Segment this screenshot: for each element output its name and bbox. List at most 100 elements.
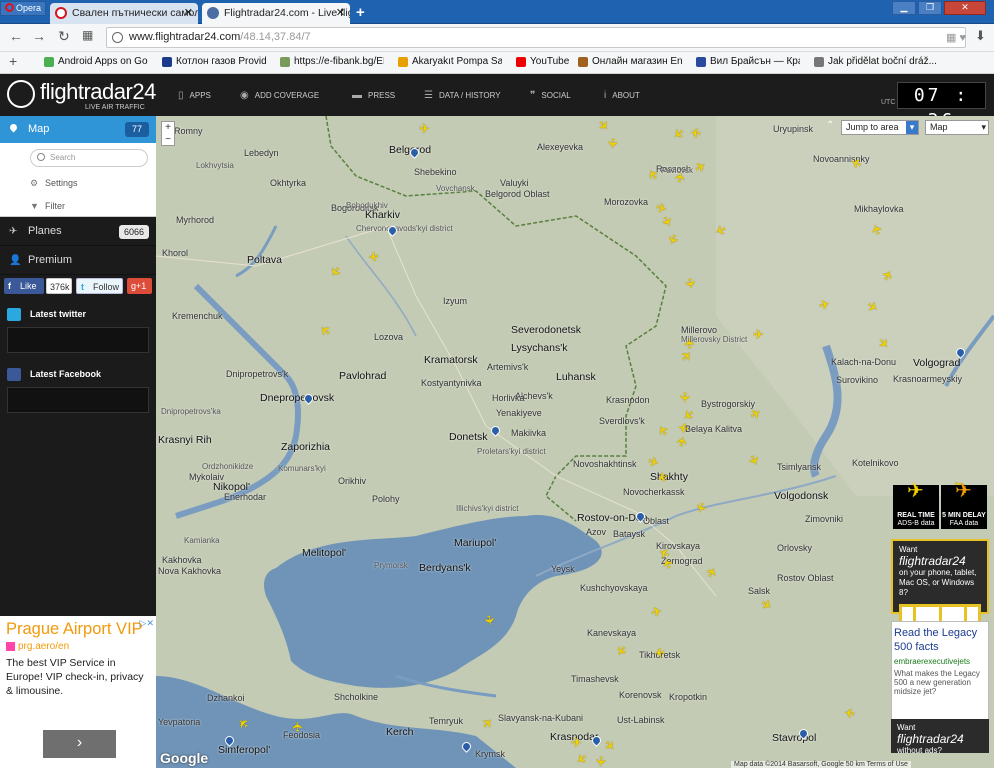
new-tab-button[interactable]: + xyxy=(356,4,365,21)
plane-icon: ✈ xyxy=(907,480,924,502)
aircraft-icon[interactable]: ✈ xyxy=(672,169,689,185)
menu-data-history[interactable]: ☰ DATA / HISTORY xyxy=(424,90,501,101)
bookmarks-bar: + Android Apps on Google... Котлон газов… xyxy=(0,52,994,74)
minimize-button[interactable]: ▁ xyxy=(892,1,916,15)
city-label: Yenakiyeve xyxy=(496,408,542,418)
aircraft-icon[interactable]: ✈ xyxy=(593,755,609,768)
city-label: Rostov Oblast xyxy=(777,573,834,583)
browser-tab-news[interactable]: Свален пътнически самолет...✕ xyxy=(50,3,198,24)
map-submenu: Search ⚙ Settings ▼ Filter xyxy=(0,143,156,217)
aircraft-icon[interactable]: ✈ xyxy=(605,137,621,152)
menu-about[interactable]: i ABOUT xyxy=(604,90,640,101)
sidebar-ad[interactable]: ▷✕ Prague Airport VIP prg.aero/en The be… xyxy=(0,616,156,768)
aircraft-icon[interactable]: ✈ xyxy=(290,719,305,732)
close-tab-icon[interactable]: ✕ xyxy=(336,3,345,23)
ad-title[interactable]: Prague Airport VIP xyxy=(0,616,156,639)
city-label: Mykolaiv xyxy=(189,472,225,482)
city-label: Enerhodar xyxy=(224,492,267,502)
zoom-in-button[interactable]: + xyxy=(162,122,174,134)
filter-link[interactable]: ▼ Filter xyxy=(30,201,65,211)
ad-choices-icon[interactable]: ▷✕ xyxy=(140,618,154,629)
opera-menu-button[interactable]: Opera xyxy=(0,1,46,16)
aircraft-icon[interactable]: ✈ xyxy=(753,327,766,342)
bookmark-item[interactable]: Онлайн магазин Endur... xyxy=(578,56,682,67)
bookmark-item[interactable]: https://e-fibank.bg/EBa... xyxy=(280,56,384,67)
zoom-out-button[interactable]: − xyxy=(162,134,174,146)
menu-press[interactable]: ▬ PRESS xyxy=(352,90,395,101)
info-icon: i xyxy=(604,90,607,101)
city-label: Dnepropetrovsk xyxy=(260,392,335,404)
aircraft-icon[interactable]: ✈ xyxy=(687,124,702,140)
map-pin-icon xyxy=(8,122,19,133)
city-label: Dnipropetrovs'ka xyxy=(161,407,221,416)
press-icon: ▬ xyxy=(352,90,362,101)
flight-map[interactable]: RomnyBelgorodAlexeyevkaUryupinskLebedynS… xyxy=(156,116,994,768)
legacy-ad[interactable]: Read the Legacy 500 facts embraerexecuti… xyxy=(891,621,989,733)
user-icon: 👤 xyxy=(9,255,22,266)
sidebar-item-map[interactable]: Map 77 xyxy=(0,116,156,143)
city-label: Kalach-na-Donu xyxy=(831,357,897,367)
app-promo-ad[interactable]: Want flightradar24 on your phone, tablet… xyxy=(891,539,989,626)
ad-url[interactable]: prg.aero/en xyxy=(0,639,156,652)
back-arrow-icon[interactable]: ← xyxy=(9,28,23,44)
bookmark-item[interactable]: Котлон газов Providus... xyxy=(162,56,266,67)
menu-add-coverage[interactable]: ◉ ADD COVERAGE xyxy=(240,90,319,101)
bookmark-item[interactable]: Jak přidělat boční dráž... xyxy=(814,56,936,67)
aircraft-icon[interactable]: ✈ xyxy=(674,433,691,449)
bookmark-item[interactable]: Akaryakıt Pompa Satış F... xyxy=(398,56,502,67)
ad-description: The best VIP Service in Europe! VIP chec… xyxy=(6,657,144,697)
aircraft-icon[interactable]: ✈ xyxy=(419,122,432,135)
map-copyright[interactable]: Map data ©2014 Basarsoft, Google 50 km T… xyxy=(731,761,911,768)
bookmark-heart-icon[interactable]: ▦ ♥ xyxy=(946,31,966,44)
aircraft-icon[interactable]: ✈ xyxy=(677,391,693,405)
facebook-like-button[interactable]: f Like xyxy=(4,278,44,294)
add-bookmark-icon[interactable]: + xyxy=(9,53,17,69)
security-icon xyxy=(112,32,123,43)
maximize-button[interactable]: ❐ xyxy=(918,1,942,15)
bookmark-item[interactable]: Android Apps on Google... xyxy=(44,56,148,67)
download-icon[interactable]: ⬇ xyxy=(975,28,986,44)
city-label: Novoshakhtinsk xyxy=(573,459,637,469)
bookmark-item[interactable]: YouTube xyxy=(516,56,576,67)
sidebar-item-planes[interactable]: ✈ Planes 6066 xyxy=(0,217,156,246)
delay-badge: ✈ 5 MIN DELAY FAA data xyxy=(941,480,987,529)
twitter-follow-button[interactable]: t Follow xyxy=(76,278,123,294)
browser-tab-flightradar[interactable]: Flightradar24.com - Live flight ✕ xyxy=(202,3,350,24)
bookmark-item[interactable]: Вил Брайсън — Кратка... xyxy=(696,56,800,67)
close-tab-icon[interactable]: ✕ xyxy=(184,3,193,23)
aircraft-icon[interactable]: ✈ xyxy=(365,248,380,264)
city-label: Makiivka xyxy=(511,428,547,438)
aircraft-icon[interactable]: ✈ xyxy=(841,704,856,721)
city-label: Kakhovka xyxy=(162,555,202,565)
aircraft-icon[interactable]: ✈ xyxy=(481,614,498,629)
favicon-icon xyxy=(55,7,67,19)
city-label: Volgodonsk xyxy=(774,490,829,502)
settings-link[interactable]: ⚙ Settings xyxy=(30,178,78,188)
ad-arrow-button[interactable]: › xyxy=(43,730,116,758)
aircraft-icon[interactable]: ✈ xyxy=(571,735,584,750)
speed-dial-icon[interactable]: ▦ xyxy=(82,28,93,42)
aircraft-icon[interactable]: ✈ xyxy=(649,603,666,620)
no-ads-promo[interactable]: Want flightradar24 without ads? xyxy=(891,719,989,755)
aircraft-icon[interactable]: ✈ xyxy=(651,644,665,660)
city-label: Poltava xyxy=(247,254,283,266)
favicon-icon xyxy=(6,642,15,651)
sidebar-item-premium[interactable]: 👤 Premium xyxy=(0,246,156,275)
facebook-like-count: 376k xyxy=(46,278,72,294)
city-label: Myrhorod xyxy=(176,215,215,225)
flightradar24-logo[interactable]: flightradar24 LIVE AIR TRAFFIC xyxy=(7,78,156,112)
collapse-arrow-icon[interactable]: ⌃ xyxy=(826,120,834,131)
menu-apps[interactable]: ▯ APPS xyxy=(178,90,211,101)
search-input[interactable]: Search xyxy=(30,149,148,167)
forward-arrow-icon[interactable]: → xyxy=(32,28,46,44)
menu-social[interactable]: ❞ SOCIAL xyxy=(530,90,571,101)
close-window-button[interactable]: ✕ xyxy=(944,1,986,15)
jump-to-area-select[interactable]: Jump to area xyxy=(841,120,919,135)
reload-icon[interactable]: ↻ xyxy=(58,28,70,45)
city-label: Stavropol xyxy=(772,732,817,744)
city-label: Severodonetsk xyxy=(511,324,582,336)
url-input[interactable]: www.flightradar24.com/48.14,37.84/7 xyxy=(106,27,966,48)
map-type-select[interactable]: Map xyxy=(925,120,989,135)
aircraft-icon[interactable]: ✈ xyxy=(682,277,699,292)
google-plus-button[interactable]: g+1 xyxy=(127,278,152,294)
